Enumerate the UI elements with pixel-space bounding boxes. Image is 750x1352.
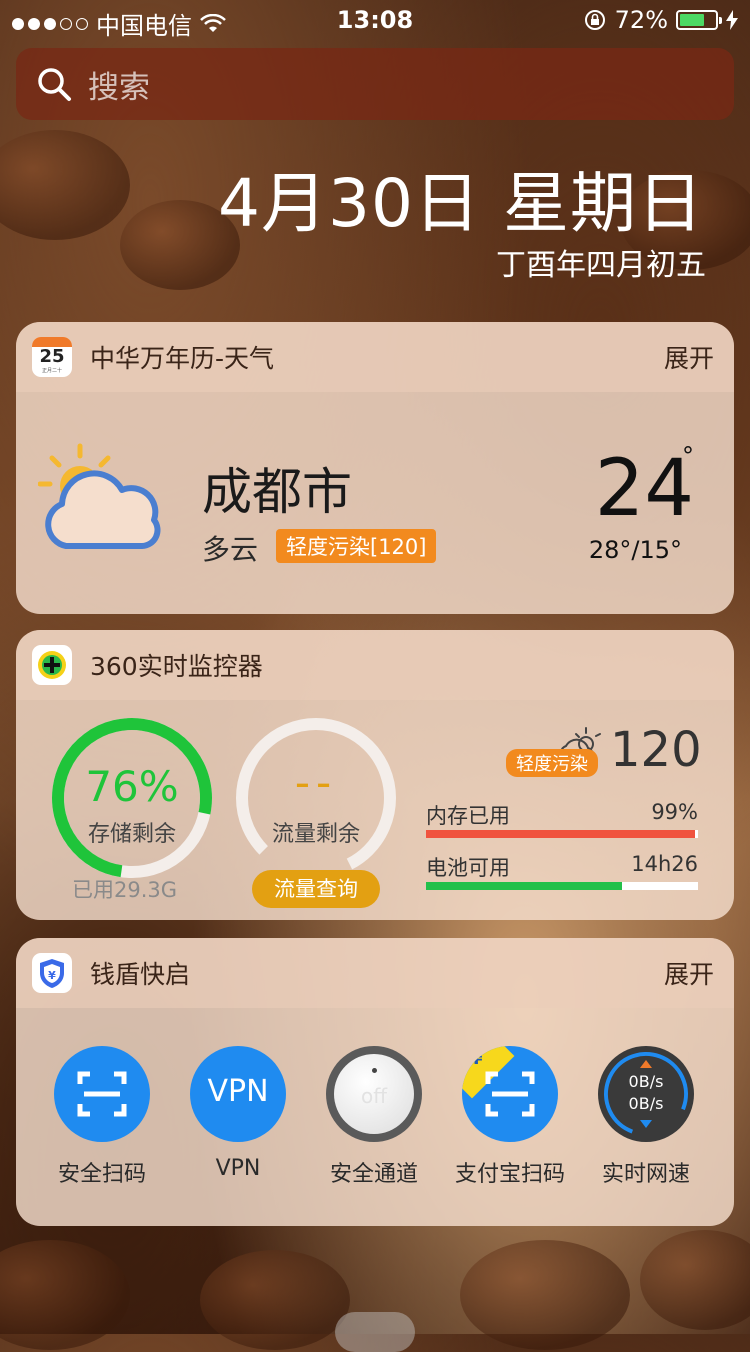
- monitor-body: 76% 存储剩余 已用29.3G -- 流量剩余 流量查询 轻度污染 120 内…: [16, 700, 734, 920]
- download-speed: 0B/s: [628, 1094, 664, 1113]
- shield-yuan-icon: ¥: [40, 959, 64, 988]
- battery-bar: [426, 882, 698, 890]
- qd-label: 实时网速: [601, 1162, 690, 1187]
- status-bar: 中国电信 13:08 72%: [0, 0, 750, 40]
- weather-expand-button[interactable]: 展开: [664, 339, 714, 375]
- calendar-app-icon: 25 正月二十: [32, 337, 72, 377]
- current-temperature: 24: [595, 444, 694, 534]
- date-heading: 4月30日 星期日: [218, 165, 704, 242]
- flow-query-button[interactable]: 流量查询: [252, 870, 380, 908]
- rotation-lock-icon: [584, 10, 605, 30]
- monitor-widget-title: 360实时监控器: [90, 652, 263, 681]
- flow-value: --: [294, 758, 338, 807]
- weather-widget-title: 中华万年历-天气: [90, 344, 275, 373]
- qiandun-widget-title: 钱盾快启: [90, 960, 191, 989]
- toggle-off-icon: off: [326, 1046, 422, 1142]
- qd-net-speed[interactable]: 0B/s 0B/s 实时网速: [578, 1046, 714, 1188]
- plus-shield-icon: [38, 651, 66, 679]
- upload-speed: 0B/s: [628, 1072, 664, 1091]
- battery-icon: [676, 10, 722, 30]
- weather-condition: 多云: [202, 533, 259, 566]
- toggle-off-glyph: off: [360, 1084, 387, 1108]
- vpn-glyph: VPN: [207, 1074, 269, 1109]
- monitor-widget[interactable]: 360实时监控器 76% 存储剩余 已用29.3G -- 流量剩余 流量查询 轻…: [16, 630, 734, 920]
- weather-body: 成都市 多云 轻度污染[120] 24 ° 28°/15°: [16, 392, 734, 614]
- background-bean: [200, 1250, 350, 1350]
- weather-widget[interactable]: 25 正月二十 中华万年历-天气 展开 成都市 多云 轻度污染[120] 24 …: [16, 322, 734, 614]
- lunar-date: 丁酉年四月初五: [496, 248, 706, 283]
- status-right: 72%: [583, 6, 738, 34]
- background-bean: [0, 130, 130, 240]
- aqi-badge: 轻度污染[120]: [276, 529, 437, 563]
- temperature-degree: °: [682, 442, 694, 470]
- monitor-app-icon: [32, 645, 72, 685]
- svg-text:¥: ¥: [48, 969, 56, 982]
- battery-value: 14h26: [631, 852, 698, 876]
- qd-alipay-scan[interactable]: ¥ 支付宝扫码: [442, 1046, 578, 1188]
- aqi-small-badge: 轻度污染: [506, 749, 598, 777]
- flow-label: 流量剩余: [271, 822, 360, 847]
- battery-metric: 电池可用 14h26: [426, 852, 698, 882]
- storage-used: 已用29.3G: [72, 878, 178, 902]
- vpn-icon: VPN: [190, 1046, 286, 1142]
- memory-value: 99%: [651, 800, 698, 824]
- qiandun-app-icon: ¥: [32, 953, 72, 993]
- qd-label: 支付宝扫码: [454, 1162, 565, 1187]
- qd-label: VPN: [215, 1156, 261, 1181]
- scan-icon: [54, 1046, 150, 1142]
- battery-label: 电池可用: [426, 856, 510, 880]
- aqi-value: 120: [610, 722, 702, 778]
- calendar-lunar-sub: 正月二十: [41, 368, 62, 374]
- storage-label: 存储剩余: [87, 822, 176, 847]
- alipay-scan-icon: ¥: [462, 1046, 558, 1142]
- qd-vpn[interactable]: VPN VPN: [170, 1046, 306, 1181]
- temperature-value: 24: [594, 444, 694, 534]
- edit-button-peek[interactable]: [335, 1312, 415, 1352]
- qiandun-widget-header: ¥ 钱盾快启 展开: [16, 938, 734, 1008]
- weather-widget-header: 25 正月二十 中华万年历-天气 展开: [16, 322, 734, 392]
- qiandun-expand-button[interactable]: 展开: [664, 955, 714, 991]
- qd-secure-channel[interactable]: off 安全通道: [306, 1046, 442, 1188]
- qiandun-widget[interactable]: ¥ 钱盾快启 展开 安全扫码 VPN VPN off 安全通道 ¥ 支付宝扫码 …: [16, 938, 734, 1226]
- monitor-widget-header: 360实时监控器: [16, 630, 734, 700]
- memory-label: 内存已用: [426, 804, 510, 828]
- qd-label: 安全扫码: [57, 1162, 146, 1187]
- storage-value: 76%: [85, 762, 179, 811]
- search-icon: [38, 68, 71, 101]
- partly-cloudy-icon: [38, 443, 161, 549]
- background-bean: [640, 1230, 750, 1330]
- search-bar[interactable]: 搜索: [16, 48, 734, 120]
- calendar-day-number: 25: [39, 346, 65, 367]
- memory-bar: [426, 830, 698, 838]
- battery-percent: 72%: [614, 6, 668, 34]
- charging-bolt-icon: [726, 10, 738, 30]
- qd-label: 安全通道: [329, 1162, 418, 1187]
- speed-meter-icon: 0B/s 0B/s: [598, 1046, 694, 1142]
- qd-secure-scan[interactable]: 安全扫码: [34, 1046, 170, 1188]
- qiandun-body: 安全扫码 VPN VPN off 安全通道 ¥ 支付宝扫码 0B/s 0B/s …: [16, 1008, 734, 1226]
- search-placeholder: 搜索: [88, 69, 150, 106]
- memory-metric: 内存已用 99%: [426, 800, 698, 830]
- weather-city: 成都市: [202, 463, 352, 521]
- temperature-range: 28°/15°: [588, 536, 682, 564]
